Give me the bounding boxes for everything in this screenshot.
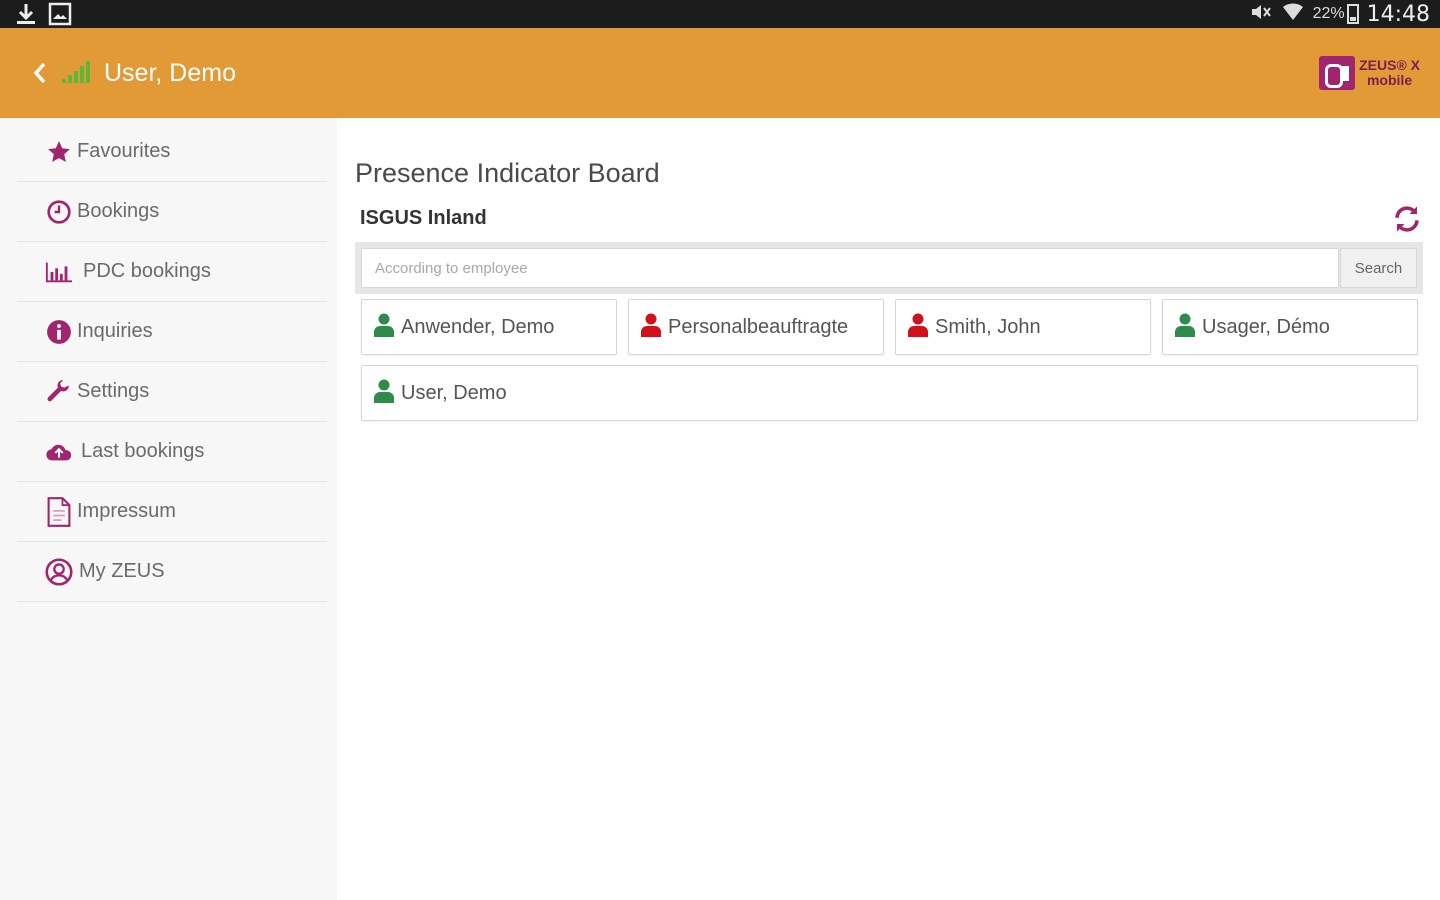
employee-tile[interactable]: Smith, John — [895, 299, 1151, 355]
employee-tile[interactable]: Personalbeauftragte — [628, 299, 884, 355]
wifi-icon — [1281, 0, 1305, 29]
cloud-upload-icon — [45, 438, 73, 466]
search-bar: Search — [355, 242, 1423, 294]
employee-name: Personalbeauftragte — [668, 315, 849, 338]
sidebar: Favourites Bookings PDC bookings Inquiri… — [0, 118, 337, 900]
person-absent-icon — [907, 312, 929, 343]
sidebar-item-impressum[interactable]: Impressum — [17, 482, 327, 542]
main-content: Presence Indicator Board ISGUS Inland Se… — [337, 118, 1440, 900]
section-title: ISGUS Inland — [360, 207, 487, 229]
person-present-icon — [1174, 312, 1196, 343]
wrench-icon — [45, 378, 73, 406]
star-icon — [45, 138, 73, 166]
user-circle-icon — [45, 557, 73, 586]
app-title: User, Demo — [104, 59, 236, 87]
mute-icon — [1249, 0, 1273, 29]
sidebar-item-inquiries[interactable]: Inquiries — [17, 302, 327, 362]
battery-icon — [1346, 4, 1359, 24]
sidebar-item-label: Favourites — [77, 140, 171, 162]
page-title: Presence Indicator Board — [355, 158, 660, 188]
person-absent-icon — [640, 312, 662, 343]
clock-icon — [45, 198, 73, 226]
sidebar-item-bookings[interactable]: Bookings — [17, 182, 327, 242]
info-icon — [45, 318, 73, 346]
sidebar-item-my-zeus[interactable]: My ZEUS — [17, 542, 327, 602]
signal-icon — [62, 61, 90, 83]
battery-indicator: 22% — [1313, 4, 1359, 24]
sidebar-item-pdc-bookings[interactable]: PDC bookings — [17, 242, 327, 302]
sidebar-menu: Favourites Bookings PDC bookings Inquiri… — [17, 122, 327, 602]
person-present-icon — [373, 378, 395, 409]
battery-percent: 22% — [1312, 5, 1345, 22]
employee-tile[interactable]: Anwender, Demo — [361, 299, 617, 355]
sidebar-item-last-bookings[interactable]: Last bookings — [17, 422, 327, 482]
refresh-icon — [1395, 206, 1419, 232]
person-present-icon — [373, 312, 395, 343]
employee-search-input[interactable] — [361, 248, 1339, 288]
chevron-left-icon — [33, 62, 46, 84]
back-button[interactable] — [30, 58, 50, 88]
sidebar-item-label: Impressum — [77, 500, 176, 522]
sidebar-item-label: Settings — [77, 380, 150, 402]
employee-name: Anwender, Demo — [401, 315, 555, 338]
sidebar-item-label: PDC bookings — [83, 260, 211, 282]
logo-line2: mobile — [1366, 72, 1413, 88]
download-icon — [14, 2, 38, 31]
sidebar-item-favourites[interactable]: Favourites — [17, 122, 327, 182]
search-button[interactable]: Search — [1340, 248, 1417, 288]
logo-mark — [1319, 56, 1356, 90]
sidebar-item-settings[interactable]: Settings — [17, 362, 327, 422]
employee-name: User, Demo — [401, 381, 507, 404]
sidebar-item-label: Last bookings — [81, 440, 205, 462]
sidebar-item-label: Inquiries — [77, 320, 153, 342]
refresh-button[interactable] — [1392, 204, 1422, 234]
document-icon — [45, 496, 73, 527]
employee-tile[interactable]: User, Demo — [361, 365, 1418, 421]
bar-chart-icon — [45, 258, 73, 286]
sidebar-item-label: My ZEUS — [79, 560, 165, 582]
zeus-logo: ZEUS® X mobile — [1319, 56, 1420, 90]
status-bar: 22% 14:48 — [0, 0, 1440, 28]
sidebar-item-label: Bookings — [77, 200, 160, 222]
clock: 14:48 — [1366, 1, 1430, 27]
app-bar: User, Demo ZEUS® X mobile — [0, 28, 1440, 118]
logo-line1: ZEUS® X — [1359, 57, 1420, 73]
gallery-icon — [48, 2, 72, 31]
employee-tile[interactable]: Usager, Démo — [1162, 299, 1418, 355]
employee-name: Smith, John — [935, 315, 1041, 338]
employee-name: Usager, Démo — [1202, 315, 1330, 338]
